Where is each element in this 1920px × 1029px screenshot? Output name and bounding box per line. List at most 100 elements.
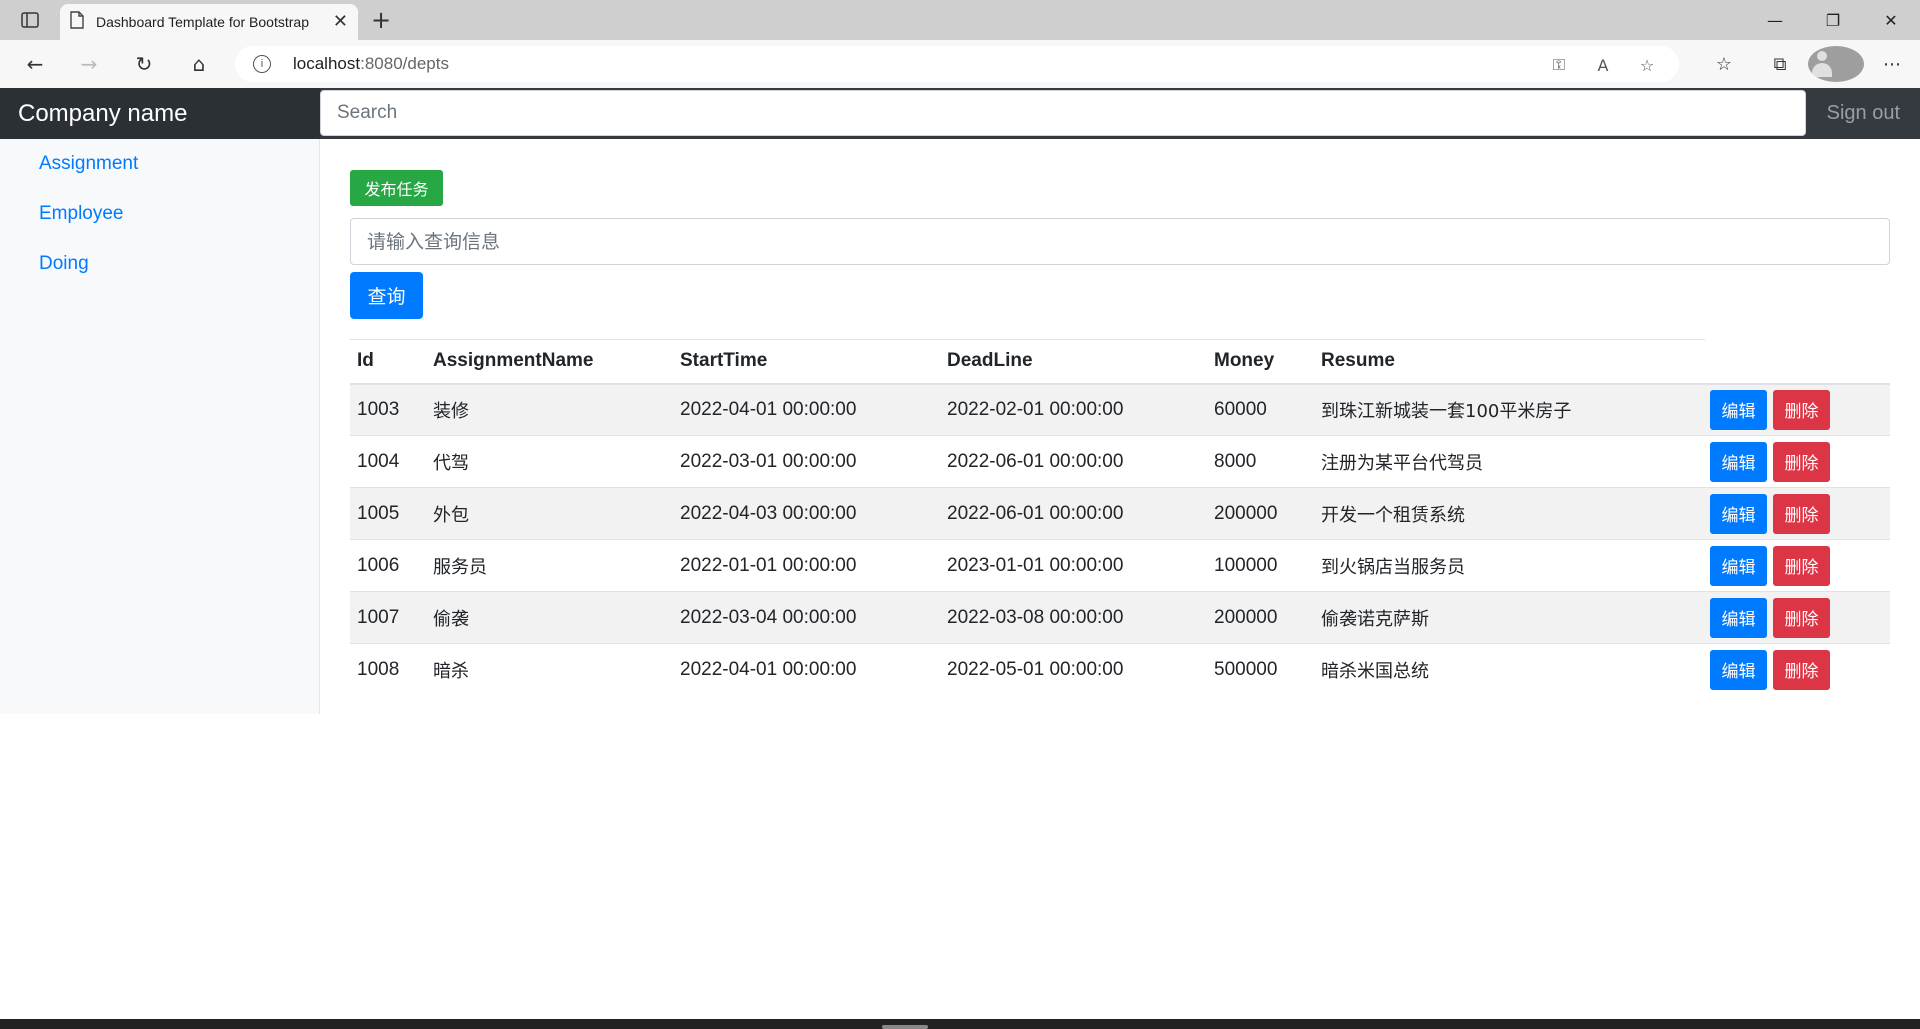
close-window-icon[interactable]: ✕ — [1862, 0, 1920, 40]
cell-deadline: 2022-06-01 00:00:00 — [940, 435, 1207, 488]
column-header-actions — [1705, 339, 1890, 385]
cell-deadline: 2023-01-01 00:00:00 — [940, 539, 1207, 592]
column-header-start-time: StartTime — [673, 339, 940, 385]
brand-link[interactable]: Company name — [0, 88, 320, 139]
top-navbar: Company name Sign out — [0, 88, 1920, 139]
cell-money: 8000 — [1207, 435, 1314, 488]
page-icon — [70, 11, 84, 33]
cell-actions: 编辑 删除 — [1705, 435, 1890, 488]
restore-icon[interactable]: ❐ — [1804, 0, 1862, 40]
key-icon[interactable]: ⚿ — [1547, 54, 1571, 76]
favorites-icon[interactable]: ☆ — [1696, 46, 1752, 82]
cell-start: 2022-04-03 00:00:00 — [673, 487, 940, 540]
site-info-icon[interactable]: i — [253, 55, 271, 73]
cell-money: 500000 — [1207, 643, 1314, 696]
cell-id: 1004 — [350, 435, 426, 488]
cell-id: 1008 — [350, 643, 426, 696]
collections-icon[interactable]: ⧉ — [1752, 46, 1808, 82]
tab-title: Dashboard Template for Bootstrap — [96, 14, 309, 30]
cell-name: 偷袭 — [426, 591, 673, 644]
read-aloud-icon[interactable]: A — [1591, 54, 1615, 76]
column-header-id: Id — [350, 339, 426, 385]
url-actions: ⚿ A ☆ — [1547, 54, 1659, 76]
cell-id: 1006 — [350, 539, 426, 592]
sign-out-link[interactable]: Sign out — [1827, 88, 1900, 139]
edit-button[interactable]: 编辑 — [1710, 649, 1767, 690]
add-favorite-icon[interactable]: ☆ — [1635, 54, 1659, 76]
cell-actions: 编辑 删除 — [1705, 591, 1890, 644]
publish-task-button[interactable]: 发布任务 — [350, 170, 443, 206]
column-header-money: Money — [1207, 339, 1314, 385]
table-row: 1004 代驾 2022-03-01 00:00:00 2022-06-01 0… — [350, 435, 1890, 488]
more-icon[interactable]: ⋯ — [1864, 46, 1920, 82]
table-row: 1007 偷袭 2022-03-04 00:00:00 2022-03-08 0… — [350, 591, 1890, 644]
new-tab-icon[interactable]: + — [366, 6, 396, 34]
avatar — [1808, 46, 1864, 82]
cell-resume: 偷袭诺克萨斯 — [1314, 591, 1705, 644]
cell-deadline: 2022-02-01 00:00:00 — [940, 383, 1207, 436]
cell-deadline: 2022-06-01 00:00:00 — [940, 487, 1207, 540]
cell-resume: 到火锅店当服务员 — [1314, 539, 1705, 592]
cell-name: 服务员 — [426, 539, 673, 592]
column-header-deadline: DeadLine — [940, 339, 1207, 385]
browser-tab-active[interactable]: Dashboard Template for Bootstrap ✕ — [60, 4, 358, 40]
reload-icon[interactable]: ↻ — [127, 48, 161, 80]
toolbar-right: ☆ ⧉ ⋯ — [1696, 46, 1920, 82]
delete-button[interactable]: 删除 — [1773, 493, 1830, 534]
profile-icon[interactable] — [1808, 46, 1864, 82]
sidebar-item-assignment[interactable]: Assignment — [0, 139, 320, 189]
cell-deadline: 2022-05-01 00:00:00 — [940, 643, 1207, 696]
cell-id: 1005 — [350, 487, 426, 540]
table-row: 1008 暗杀 2022-04-01 00:00:00 2022-05-01 0… — [350, 643, 1890, 696]
edit-button[interactable]: 编辑 — [1710, 441, 1767, 482]
sidebar: Assignment Employee Doing — [0, 139, 320, 714]
column-header-assignment-name: AssignmentName — [426, 339, 673, 385]
sidebar-item-doing[interactable]: Doing — [0, 239, 320, 289]
table-row: 1005 外包 2022-04-03 00:00:00 2022-06-01 0… — [350, 487, 1890, 540]
minimize-icon[interactable]: — — [1746, 0, 1804, 40]
edit-button[interactable]: 编辑 — [1710, 493, 1767, 534]
url-field[interactable]: i localhost:8080/depts ⚿ A ☆ — [235, 46, 1679, 82]
taskbar-indicator — [882, 1025, 928, 1029]
edit-button[interactable]: 编辑 — [1710, 545, 1767, 586]
address-bar-row: ← → ↻ ⌂ i localhost:8080/depts ⚿ A ☆ ☆ ⧉… — [0, 40, 1920, 88]
edit-button[interactable]: 编辑 — [1710, 389, 1767, 430]
edit-button[interactable]: 编辑 — [1710, 597, 1767, 638]
delete-button[interactable]: 删除 — [1773, 597, 1830, 638]
back-icon[interactable]: ← — [18, 48, 52, 80]
delete-button[interactable]: 删除 — [1773, 545, 1830, 586]
cell-actions: 编辑 删除 — [1705, 643, 1890, 696]
delete-button[interactable]: 删除 — [1773, 389, 1830, 430]
query-button[interactable]: 查询 — [350, 272, 423, 319]
cell-name: 暗杀 — [426, 643, 673, 696]
cell-money: 100000 — [1207, 539, 1314, 592]
cell-deadline: 2022-03-08 00:00:00 — [940, 591, 1207, 644]
url-host: localhost — [293, 54, 361, 73]
tab-actions-icon[interactable] — [14, 8, 46, 32]
table-row: 1006 服务员 2022-01-01 00:00:00 2023-01-01 … — [350, 539, 1890, 592]
cell-money: 60000 — [1207, 383, 1314, 436]
close-tab-icon[interactable]: ✕ — [333, 13, 348, 31]
cell-name: 装修 — [426, 383, 673, 436]
cell-resume: 暗杀米国总统 — [1314, 643, 1705, 696]
table-row: 1003 装修 2022-04-01 00:00:00 2022-02-01 0… — [350, 383, 1890, 436]
column-header-resume: Resume — [1314, 339, 1705, 385]
cell-id: 1007 — [350, 591, 426, 644]
table-header-row: Id AssignmentName StartTime DeadLine Mon… — [350, 339, 1890, 385]
search-input[interactable] — [320, 90, 1806, 136]
delete-button[interactable]: 删除 — [1773, 649, 1830, 690]
window-controls: — ❐ ✕ — [1746, 0, 1920, 40]
cell-resume: 开发一个租赁系统 — [1314, 487, 1705, 540]
forward-icon[interactable]: → — [72, 48, 106, 80]
cell-id: 1003 — [350, 383, 426, 436]
delete-button[interactable]: 删除 — [1773, 441, 1830, 482]
cell-actions: 编辑 删除 — [1705, 539, 1890, 592]
query-input[interactable] — [350, 218, 1890, 265]
cell-start: 2022-03-01 00:00:00 — [673, 435, 940, 488]
home-icon[interactable]: ⌂ — [182, 48, 216, 80]
sidebar-item-employee[interactable]: Employee — [0, 189, 320, 239]
url-path: :8080/depts — [360, 54, 449, 73]
cell-money: 200000 — [1207, 591, 1314, 644]
cell-money: 200000 — [1207, 487, 1314, 540]
cell-name: 代驾 — [426, 435, 673, 488]
